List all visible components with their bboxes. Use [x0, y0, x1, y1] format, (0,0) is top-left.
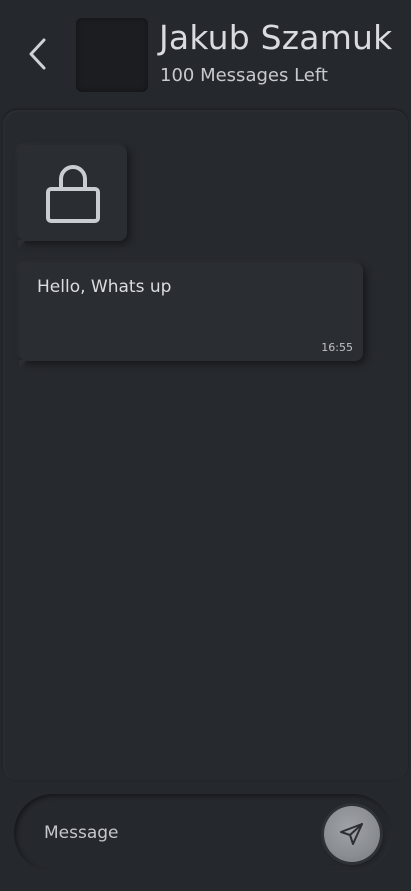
avatar[interactable]: [76, 18, 148, 92]
chat-header: Jakub Szamuk 100 Messages Left: [0, 0, 411, 104]
message-text: Hello, Whats up: [37, 277, 172, 297]
message-bubble[interactable]: Hello, Whats up 16:55: [19, 263, 363, 368]
send-icon: [340, 823, 363, 845]
message-timestamp: 16:55: [321, 341, 353, 354]
send-button[interactable]: [324, 806, 380, 862]
contact-name: Jakub Szamuk: [159, 18, 393, 57]
back-button[interactable]: [20, 30, 56, 78]
locked-message-bubble[interactable]: [18, 145, 127, 248]
message-composer: [14, 794, 392, 872]
bubble-tail: [19, 360, 27, 368]
message-input[interactable]: [44, 816, 314, 850]
messages-left-label: 100 Messages Left: [160, 65, 328, 86]
chevron-left-icon: [29, 38, 46, 70]
bubble-tail: [18, 240, 26, 248]
lock-icon: [46, 165, 100, 223]
